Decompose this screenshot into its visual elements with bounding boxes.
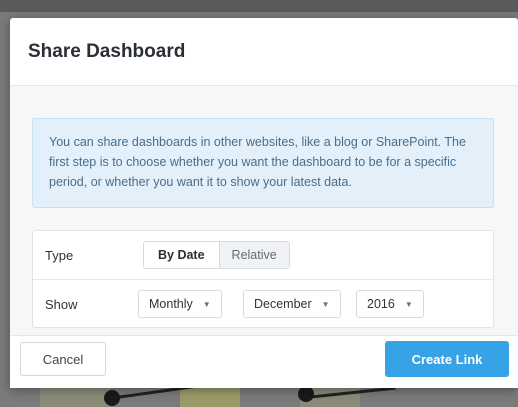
type-option-relative[interactable]: Relative [218, 242, 289, 268]
month-select[interactable]: December ▼ [243, 290, 341, 318]
chevron-down-icon: ▼ [321, 299, 330, 309]
show-label: Show [45, 296, 78, 312]
cancel-button[interactable]: Cancel [20, 342, 106, 376]
show-row: Show Monthly ▼ December ▼ 2016 ▼ [33, 279, 493, 328]
type-option-by-date[interactable]: By Date [144, 242, 219, 268]
share-options-form: Type By Date Relative Show Monthly ▼ Dec… [32, 230, 494, 328]
share-dashboard-dialog: Share Dashboard You can share dashboards… [10, 18, 518, 388]
year-select-value: 2016 [367, 297, 395, 311]
backdrop-header [0, 0, 518, 12]
dialog-footer: Cancel Create Link [10, 335, 518, 388]
month-select-value: December [254, 297, 312, 311]
period-select[interactable]: Monthly ▼ [138, 290, 222, 318]
dialog-header: Share Dashboard [10, 18, 518, 86]
chevron-down-icon: ▼ [202, 299, 211, 309]
type-label: Type [45, 247, 74, 263]
chevron-down-icon: ▼ [404, 299, 413, 309]
backdrop-chart-dot [104, 390, 120, 406]
dialog-title: Share Dashboard [28, 40, 186, 62]
period-select-value: Monthly [149, 297, 193, 311]
dialog-body: You can share dashboards in other websit… [10, 86, 518, 336]
backdrop-chart-dot [298, 386, 314, 402]
create-link-button[interactable]: Create Link [385, 341, 509, 377]
info-message: You can share dashboards in other websit… [32, 118, 494, 208]
type-row: Type By Date Relative [33, 231, 493, 279]
year-select[interactable]: 2016 ▼ [356, 290, 424, 318]
type-segmented-control: By Date Relative [143, 241, 290, 269]
